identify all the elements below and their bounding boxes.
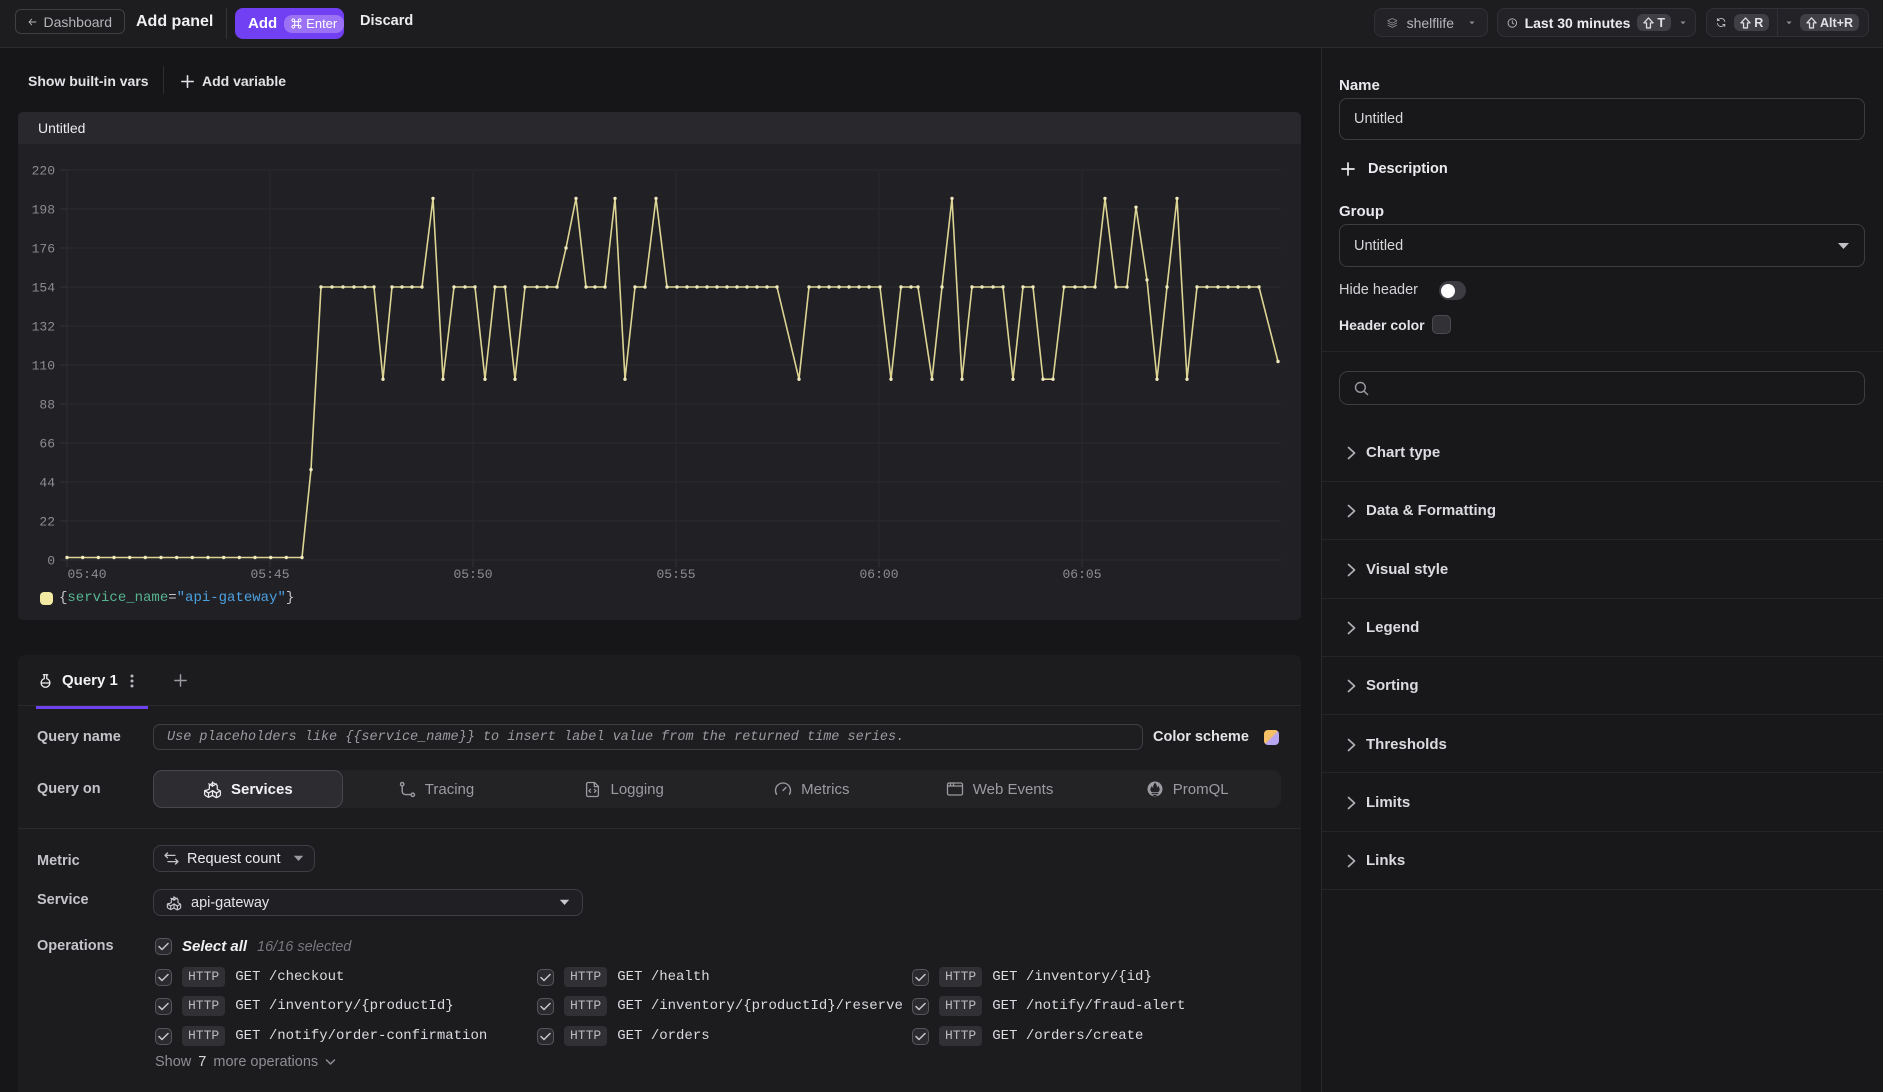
svg-text:06:00: 06:00 <box>859 567 898 582</box>
svg-text:220: 220 <box>32 164 55 179</box>
svg-text:05:50: 05:50 <box>453 567 492 582</box>
svg-text:88: 88 <box>39 398 55 413</box>
svg-text:0: 0 <box>47 554 55 569</box>
svg-text:05:45: 05:45 <box>250 567 289 582</box>
svg-text:66: 66 <box>39 437 55 452</box>
svg-text:132: 132 <box>32 320 55 335</box>
svg-text:06:05: 06:05 <box>1062 567 1101 582</box>
svg-text:05:55: 05:55 <box>656 567 695 582</box>
svg-text:05:40: 05:40 <box>67 567 106 582</box>
svg-text:154: 154 <box>32 281 56 296</box>
svg-text:22: 22 <box>39 515 55 530</box>
svg-text:44: 44 <box>39 476 55 491</box>
svg-text:198: 198 <box>32 203 55 218</box>
svg-text:176: 176 <box>32 242 55 257</box>
svg-text:110: 110 <box>32 359 55 374</box>
